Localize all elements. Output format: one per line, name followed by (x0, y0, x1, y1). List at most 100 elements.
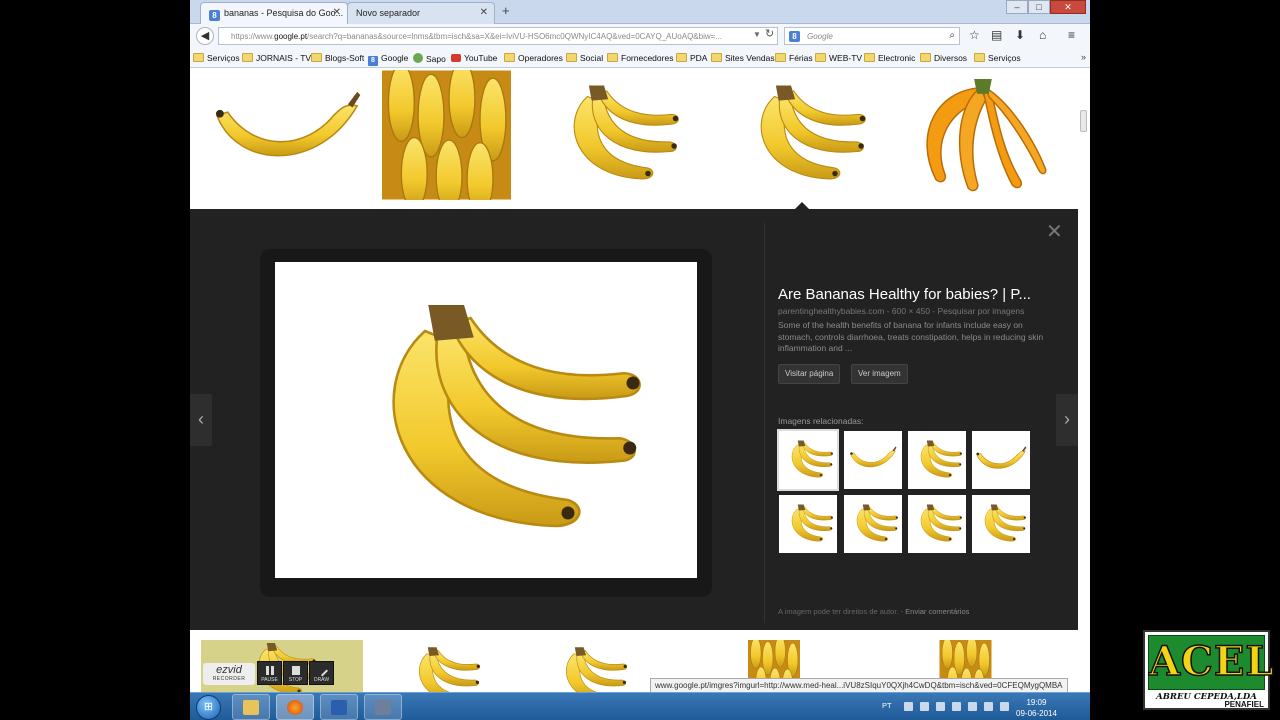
result-thumbnail[interactable] (720, 70, 884, 200)
bookmark-label: JORNAIS - TV (256, 53, 312, 63)
draw-button[interactable]: DRAW (309, 661, 334, 685)
bookmark-item[interactable]: Sites Vendas (711, 53, 775, 63)
bookmark-item[interactable]: Sapo (413, 53, 446, 64)
preview-image[interactable] (275, 262, 697, 578)
result-thumbnail[interactable] (893, 70, 1067, 200)
language-indicator[interactable]: PT (882, 701, 892, 710)
bookmark-label: YouTube (464, 53, 498, 63)
tray-arrow-icon[interactable] (904, 702, 913, 711)
tab-new-tab[interactable]: Novo separador ✕ (347, 2, 495, 24)
bookmark-item[interactable]: Fornecedores (607, 53, 673, 63)
firefox-icon (287, 700, 303, 715)
url-dropdown-icon[interactable]: ▼ (753, 30, 761, 39)
result-thumbnail[interactable] (373, 640, 525, 692)
bookmark-item[interactable]: Electronic (864, 53, 915, 63)
navigation-bar: ◀ https://www.google.pt/search?q=bananas… (190, 24, 1090, 48)
new-tab-button[interactable]: + (502, 3, 510, 18)
maximize-button[interactable]: □ (1028, 0, 1050, 14)
window-close-button[interactable]: ✕ (1050, 0, 1086, 14)
app-taskbar-button[interactable] (364, 694, 402, 720)
bookmark-label: Google (381, 53, 409, 63)
url-prefix: https://www. (231, 32, 275, 41)
banana-image (791, 440, 834, 478)
related-image[interactable] (908, 495, 966, 553)
bookmark-item[interactable]: JORNAIS - TV (242, 53, 311, 63)
start-button[interactable]: ⊞ (196, 695, 221, 720)
bookmark-item[interactable]: Social (566, 53, 603, 63)
related-image[interactable] (972, 495, 1030, 553)
tray-app-icon[interactable] (936, 702, 945, 711)
bookmark-label: Sapo (426, 54, 446, 64)
folder-icon (711, 53, 722, 62)
menu-icon[interactable]: ≡ (1068, 28, 1075, 42)
tab-label: Novo separador (356, 8, 421, 18)
search-bar[interactable]: 8 Google ⌕ (784, 27, 960, 45)
related-image[interactable] (779, 495, 837, 553)
scrollbar[interactable] (1080, 110, 1087, 132)
send-feedback-link[interactable]: Enviar comentários (905, 607, 969, 616)
banana-image (418, 646, 481, 692)
visit-page-button[interactable]: Visitar página (778, 364, 841, 384)
folder-icon (243, 700, 259, 715)
related-image[interactable] (844, 431, 902, 489)
address-bar[interactable]: https://www.google.pt/search?q=bananas&s… (218, 27, 778, 45)
bookmark-label: Operadores (518, 53, 563, 63)
bookmark-label: PDA (690, 53, 708, 63)
bookmark-label: Blogs-Soft (325, 53, 365, 63)
flag-icon[interactable] (968, 702, 977, 711)
banana-image (849, 446, 897, 468)
reload-icon[interactable]: ↻ (765, 27, 774, 40)
google-favicon-icon: 8 (209, 10, 220, 21)
bookmarks-overflow-icon[interactable]: » (1081, 52, 1086, 62)
magnifier-icon[interactable]: ⌕ (949, 30, 955, 41)
minimize-button[interactable]: – (1006, 0, 1028, 14)
view-image-button[interactable]: Ver imagem (851, 364, 908, 384)
result-thumbnail[interactable] (518, 70, 712, 200)
pause-button[interactable]: PAUSE (257, 661, 282, 685)
explorer-taskbar-button[interactable] (232, 694, 270, 720)
result-thumbnail[interactable] (382, 70, 511, 200)
tab-strip: 8 bananas - Pesquisa do Goo... ✕ Novo sep… (190, 0, 1090, 24)
related-image[interactable] (972, 431, 1030, 489)
bookmark-item[interactable]: PDA (676, 53, 707, 63)
bookmarks-list-icon[interactable]: ▤ (991, 28, 1002, 42)
bookmark-item[interactable]: Férias (775, 53, 813, 63)
bookmark-item[interactable]: WEB-TV (815, 53, 862, 63)
firefox-taskbar-button[interactable] (276, 694, 314, 720)
close-icon[interactable]: ✕ (1046, 219, 1063, 244)
word-taskbar-button[interactable] (320, 694, 358, 720)
bookmark-item[interactable]: Operadores (504, 53, 563, 63)
banana-image (573, 84, 680, 180)
previous-image-button[interactable]: ‹ (190, 394, 212, 446)
clock[interactable]: 19:09 09-06-2014 (1016, 697, 1057, 719)
tray-app-icon[interactable] (952, 702, 961, 711)
image-title[interactable]: Are Bananas Healthy for babies? | P... (778, 286, 1058, 303)
bookmark-item[interactable]: YouTube (451, 53, 497, 63)
result-thumbnail[interactable] (201, 70, 373, 200)
next-image-button[interactable]: › (1056, 394, 1078, 446)
bookmark-item[interactable]: 8 Google (368, 53, 408, 66)
volume-icon[interactable] (1000, 702, 1009, 711)
tray-app-icon[interactable] (920, 702, 929, 711)
home-icon[interactable]: ⌂ (1039, 28, 1046, 42)
download-icon[interactable]: ⬇ (1015, 28, 1025, 42)
related-image[interactable] (777, 429, 839, 491)
related-image[interactable] (844, 495, 902, 553)
bookmark-item[interactable]: Diversos (920, 53, 967, 63)
google-search-engine-icon[interactable]: 8 (789, 31, 800, 42)
image-source[interactable]: parentinghealthybabies.com - 600 × 450 -… (778, 306, 1024, 316)
bookmark-item[interactable]: Serviços (193, 53, 240, 63)
related-image[interactable] (908, 431, 966, 489)
stop-button[interactable]: STOP (283, 661, 308, 685)
acel-logo-badge: ACEL (1148, 635, 1274, 690)
ezvid-logo-subtitle: RECORDER (212, 676, 246, 682)
back-arrow-icon[interactable]: ◀ (196, 27, 214, 45)
tab-close-icon[interactable]: ✕ (480, 7, 488, 18)
network-icon[interactable] (984, 702, 993, 711)
bookmark-item[interactable]: Blogs-Soft (311, 53, 364, 63)
tab-bananas-search[interactable]: 8 bananas - Pesquisa do Goo... ✕ (200, 2, 348, 24)
bookmark-item[interactable]: Serviços (974, 53, 1021, 63)
tab-close-icon[interactable]: ✕ (333, 7, 341, 18)
ezvid-logo-text: ezvid (216, 664, 242, 676)
bookmark-star-icon[interactable]: ☆ (969, 28, 980, 42)
